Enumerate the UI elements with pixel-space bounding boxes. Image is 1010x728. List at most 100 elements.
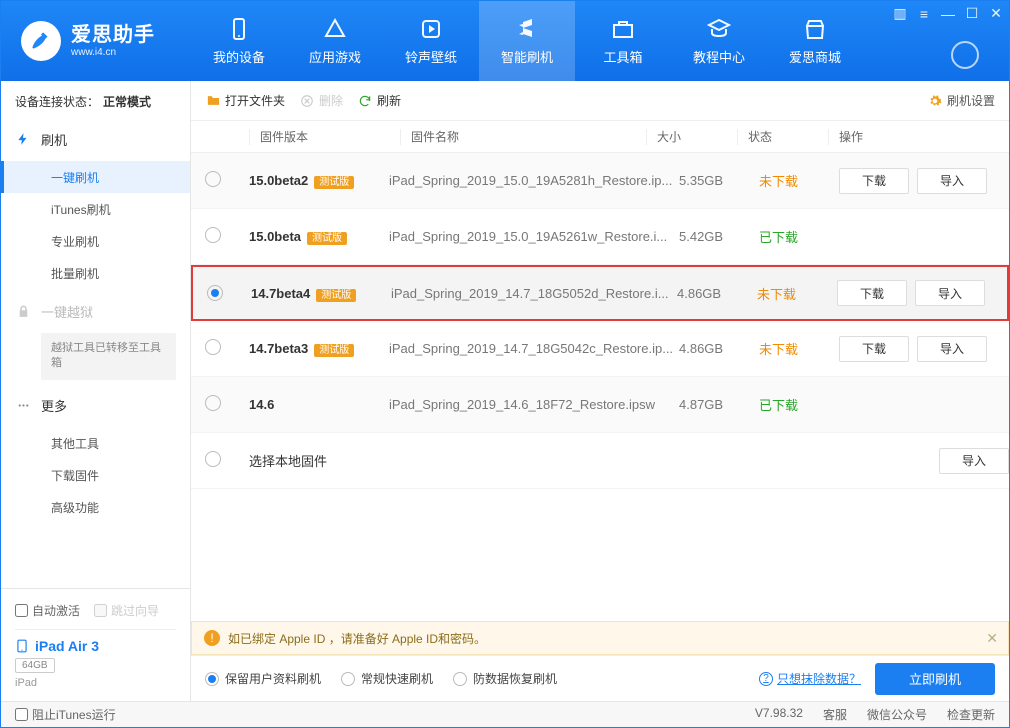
delete-button[interactable]: 删除: [299, 92, 343, 109]
download-button[interactable]: 下载: [839, 168, 909, 194]
refresh-icon: [357, 93, 373, 109]
import-button[interactable]: 导入: [917, 336, 987, 362]
firmware-size: 4.86GB: [677, 286, 757, 301]
warning-icon: !: [204, 630, 220, 646]
auto-activate-checkbox[interactable]: 自动激活: [15, 602, 80, 619]
device-info: iPad Air 3 64GB iPad: [15, 629, 176, 689]
version-label: V7.98.32: [755, 706, 803, 723]
flash-icon: [15, 131, 31, 147]
download-button[interactable]: 下载: [837, 280, 907, 306]
firmware-row[interactable]: 15.0beta2测试版 iPad_Spring_2019_15.0_19A52…: [191, 153, 1009, 209]
close-button[interactable]: ✕: [989, 5, 1003, 22]
firmware-row[interactable]: 14.6 iPad_Spring_2019_14.6_18F72_Restore…: [191, 377, 1009, 433]
download-button[interactable]: 下载: [839, 336, 909, 362]
import-button[interactable]: 导入: [939, 448, 1009, 474]
refresh-button[interactable]: 刷新: [357, 92, 401, 109]
folder-icon: [205, 93, 221, 109]
connection-status: 设备连接状态： 正常模式: [1, 81, 190, 121]
local-firmware-row[interactable]: 选择本地固件 导入: [191, 433, 1009, 489]
row-radio[interactable]: [205, 451, 221, 467]
firmware-version: 14.7beta3测试版: [249, 341, 389, 356]
sidebar: 设备连接状态： 正常模式 刷机 一键刷机iTunes刷机专业刷机批量刷机 一键越…: [1, 81, 191, 701]
titlebar-controls: ▥ ≡ — ☐ ✕: [893, 5, 1003, 22]
download-manager-button[interactable]: [951, 41, 979, 69]
firmware-row[interactable]: 14.7beta3测试版 iPad_Spring_2019_14.7_18G50…: [191, 321, 1009, 377]
nav-ringtone[interactable]: 铃声壁纸: [383, 1, 479, 81]
sidebar-item-more-1[interactable]: 下载固件: [1, 460, 190, 492]
col-ops: 操作: [839, 128, 1009, 145]
ringtone-icon: [419, 17, 443, 41]
nav-tutorial[interactable]: 教程中心: [671, 1, 767, 81]
sidebar-item-flash-0[interactable]: 一键刷机: [1, 161, 190, 193]
sidebar-group-flash[interactable]: 刷机: [1, 121, 190, 157]
maximize-button[interactable]: ☐: [965, 5, 979, 22]
minimize-button[interactable]: —: [941, 6, 955, 22]
firmware-filename: iPad_Spring_2019_15.0_19A5261w_Restore.i…: [389, 229, 679, 244]
flash-option-normal[interactable]: 常规快速刷机: [341, 670, 433, 687]
sidebar-group-jailbreak[interactable]: 一键越狱: [1, 293, 190, 329]
sidebar-item-flash-2[interactable]: 专业刷机: [1, 225, 190, 257]
gear-icon: [927, 93, 943, 109]
footer-link-update[interactable]: 检查更新: [947, 706, 995, 723]
firmware-size: 5.35GB: [679, 173, 759, 188]
row-radio[interactable]: [205, 339, 221, 355]
flash-settings-button[interactable]: 刷机设置: [927, 92, 995, 109]
nav-device[interactable]: 我的设备: [191, 1, 287, 81]
import-button[interactable]: 导入: [917, 168, 987, 194]
sidebar-item-flash-3[interactable]: 批量刷机: [1, 257, 190, 289]
row-radio[interactable]: [205, 395, 221, 411]
col-version: 固件版本: [260, 128, 400, 145]
device-name[interactable]: iPad Air 3: [15, 638, 176, 654]
col-name: 固件名称: [411, 128, 646, 145]
tutorial-icon: [707, 17, 731, 41]
start-flash-button[interactable]: 立即刷机: [875, 663, 995, 695]
brand-sub: www.i4.cn: [71, 47, 155, 59]
radio-icon: [341, 672, 355, 686]
jailbreak-note[interactable]: 越狱工具已转移至工具箱: [41, 333, 176, 380]
nav-toolbox[interactable]: 工具箱: [575, 1, 671, 81]
nav-store[interactable]: 爱思商城: [767, 1, 863, 81]
firmware-row[interactable]: 14.7beta4测试版 iPad_Spring_2019_14.7_18G50…: [191, 265, 1009, 321]
firmware-version: 15.0beta2测试版: [249, 173, 389, 188]
flash-option-keep-data[interactable]: 保留用户资料刷机: [205, 670, 321, 687]
nav-flash[interactable]: 智能刷机: [479, 1, 575, 81]
sidebar-item-flash-1[interactable]: iTunes刷机: [1, 193, 190, 225]
status-bar: 阻止iTunes运行 V7.98.32 客服 微信公众号 检查更新: [1, 701, 1009, 727]
row-radio[interactable]: [205, 171, 221, 187]
shirt-icon[interactable]: ▥: [893, 5, 907, 22]
block-itunes-checkbox[interactable]: 阻止iTunes运行: [15, 706, 116, 723]
warning-bar: ! 如已绑定 Apple ID ，请准备好 Apple ID和密码。 ✕: [191, 621, 1009, 655]
flash-option-anti-recovery[interactable]: 防数据恢复刷机: [453, 670, 557, 687]
header: 爱思助手 www.i4.cn 我的设备应用游戏铃声壁纸智能刷机工具箱教程中心爱思…: [1, 1, 1009, 81]
firmware-filename: iPad_Spring_2019_14.7_18G5042c_Restore.i…: [389, 341, 679, 356]
main-nav: 我的设备应用游戏铃声壁纸智能刷机工具箱教程中心爱思商城: [191, 1, 863, 81]
firmware-version: 15.0beta测试版: [249, 229, 389, 244]
logo[interactable]: 爱思助手 www.i4.cn: [1, 21, 191, 61]
col-size: 大小: [657, 128, 737, 145]
sidebar-item-more-0[interactable]: 其他工具: [1, 428, 190, 460]
beta-badge: 测试版: [307, 232, 347, 245]
menu-icon[interactable]: ≡: [917, 6, 931, 22]
firmware-status: 未下载: [759, 339, 839, 358]
device-storage-badge: 64GB: [15, 658, 55, 673]
skip-guide-checkbox[interactable]: 跳过向导: [94, 602, 159, 619]
sidebar-group-more[interactable]: 更多: [1, 388, 190, 424]
row-radio[interactable]: [207, 285, 223, 301]
row-radio[interactable]: [205, 227, 221, 243]
firmware-filename: iPad_Spring_2019_15.0_19A5281h_Restore.i…: [389, 173, 679, 188]
footer-link-wechat[interactable]: 微信公众号: [867, 706, 927, 723]
nav-apps[interactable]: 应用游戏: [287, 1, 383, 81]
device-type: iPad: [15, 677, 176, 689]
beta-badge: 测试版: [314, 344, 354, 357]
tablet-icon: [15, 639, 29, 653]
main-panel: 打开文件夹 删除 刷新 刷机设置 固件版本 固件名称 大小 状态 操作: [191, 81, 1009, 701]
firmware-row[interactable]: 15.0beta测试版 iPad_Spring_2019_15.0_19A526…: [191, 209, 1009, 265]
radio-icon: [453, 672, 467, 686]
open-folder-button[interactable]: 打开文件夹: [205, 92, 285, 109]
import-button[interactable]: 导入: [915, 280, 985, 306]
erase-data-link[interactable]: ? 只想抹除数据？: [759, 670, 861, 687]
firmware-filename: iPad_Spring_2019_14.6_18F72_Restore.ipsw: [389, 397, 679, 412]
close-warning-button[interactable]: ✕: [986, 630, 998, 647]
footer-link-support[interactable]: 客服: [823, 706, 847, 723]
sidebar-item-more-2[interactable]: 高级功能: [1, 492, 190, 524]
